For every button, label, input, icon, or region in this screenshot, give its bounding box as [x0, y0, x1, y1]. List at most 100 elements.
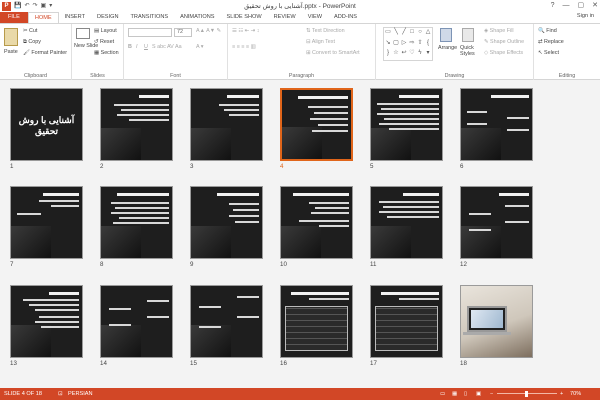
slide-thumbnail-3[interactable] [190, 88, 263, 161]
arrow-icon[interactable]: ⇨ [408, 39, 416, 50]
tab-add-ins[interactable]: ADD-INS [328, 12, 363, 23]
zoom-slider-handle[interactable] [525, 391, 528, 397]
reading-view-icon[interactable]: ▯ [464, 388, 467, 400]
triangle-icon[interactable]: ▷ [400, 39, 408, 50]
tab-view[interactable]: VIEW [302, 12, 328, 23]
zoom-out-icon[interactable]: − [490, 388, 493, 400]
close-button[interactable]: ✕ [592, 0, 598, 11]
text-direction-button[interactable]: ⇅ Text Direction [306, 28, 345, 34]
arrow-icon[interactable]: ⇧ [416, 39, 424, 50]
font-name-box[interactable] [128, 28, 172, 37]
italic-icon[interactable]: I [136, 44, 138, 50]
help-button[interactable]: ? [551, 0, 555, 11]
bullets-icon[interactable]: ☰ ☷ ⇤ ⇥ ↕ [232, 28, 259, 34]
strikethrough-icon[interactable]: S abc AV Aa [152, 44, 182, 50]
paste-icon[interactable] [4, 28, 18, 46]
slides-group: New Slide ▤ Layout ↺ Reset ▦ Section Sli… [72, 24, 124, 80]
slide-thumbnail-12[interactable] [460, 186, 533, 259]
tab-review[interactable]: REVIEW [268, 12, 302, 23]
slide-thumbnail-1[interactable]: آشنایی با روش تحقیق [10, 88, 83, 161]
layout-button[interactable]: ▤ Layout [94, 28, 117, 34]
arrange-button[interactable]: Arrange [438, 45, 457, 51]
align-text-button[interactable]: ⊟ Align Text [306, 39, 335, 45]
format-painter-button[interactable]: 🖌 Format Painter [23, 50, 67, 56]
slide-thumbnail-2[interactable] [100, 88, 173, 161]
select-button[interactable]: ↖ Select [538, 50, 559, 56]
rectangle-icon[interactable]: □ [408, 28, 416, 39]
copy-button[interactable]: ⧉ Copy [23, 39, 41, 46]
slide-thumbnail-7[interactable] [10, 186, 83, 259]
find-button[interactable]: 🔍 Find [538, 28, 557, 34]
reset-button[interactable]: ↺ Reset [94, 39, 114, 45]
star-icon[interactable]: ☆ [392, 49, 400, 60]
slide-thumbnail-17[interactable] [370, 285, 443, 358]
font-color-icon[interactable]: A ▾ [196, 44, 204, 50]
brace-icon[interactable]: { [424, 39, 432, 50]
shapes-gallery[interactable]: ▭ ╲ ╱ □ ○ △ ↘ ▢ ▷ ⇨ ⇧{ } ☆ ↩ ♡ ϟ ▾ [383, 27, 433, 61]
align-left-icon[interactable]: ≡ ≡ ≡ ≡ ▥ [232, 44, 256, 50]
slide-thumbnail-18[interactable] [460, 285, 533, 358]
shape-outline-button[interactable]: ✎ Shape Outline [484, 39, 524, 45]
slide-thumbnail-11[interactable] [370, 186, 443, 259]
slide-thumbnail-5[interactable] [370, 88, 443, 161]
slide-thumbnail-15[interactable] [190, 285, 263, 358]
font-size-box[interactable]: 72 [174, 28, 192, 37]
line-icon[interactable]: ╱ [400, 28, 408, 39]
tab-home[interactable]: HOME [27, 12, 59, 23]
arrange-icon[interactable] [440, 28, 452, 42]
quick-styles-button[interactable]: Quick Styles [460, 45, 484, 57]
grow-font-icon[interactable]: A▲ A▼ ✎ [196, 28, 221, 34]
arrow-icon[interactable]: ↩ [400, 49, 408, 60]
tab-insert[interactable]: INSERT [59, 12, 91, 23]
tab-file[interactable]: FILE [0, 12, 28, 23]
zoom-in-icon[interactable]: + [560, 388, 563, 400]
tab-transitions[interactable]: TRANSITIONS [124, 12, 174, 23]
more-shapes-icon[interactable]: ▾ [424, 49, 432, 60]
bold-icon[interactable]: B [128, 44, 132, 50]
section-button[interactable]: ▦ Section [94, 50, 119, 56]
minimize-button[interactable]: — [563, 0, 570, 11]
slide-number: 5 [370, 163, 374, 170]
arrow-icon[interactable]: ↘ [384, 39, 392, 50]
replace-button[interactable]: ⇄ Replace [538, 39, 564, 45]
language-status[interactable]: PERSIAN [68, 388, 93, 400]
slide-count-status[interactable]: SLIDE 4 OF 18 [4, 388, 42, 400]
slide-table [285, 306, 348, 351]
text-box-icon[interactable]: ▭ [384, 28, 392, 39]
slide-sorter-view-icon[interactable]: ▦ [452, 388, 457, 400]
slide-thumbnail-6[interactable] [460, 88, 533, 161]
slide-thumbnail-13[interactable] [10, 285, 83, 358]
cut-button[interactable]: ✂ Cut [23, 28, 37, 34]
zoom-level[interactable]: 70% [570, 388, 581, 400]
quick-styles-icon[interactable] [462, 28, 474, 42]
sign-in-link[interactable]: Sign in [577, 13, 594, 19]
underline-icon[interactable]: U [144, 44, 148, 50]
slide-thumbnail-16[interactable] [280, 285, 353, 358]
spelling-icon[interactable]: ⊡ [58, 388, 63, 400]
rounded-rectangle-icon[interactable]: ▢ [392, 39, 400, 50]
new-slide-icon[interactable] [76, 28, 90, 39]
slide-thumbnail-4[interactable] [280, 88, 353, 161]
heart-icon[interactable]: ♡ [408, 49, 416, 60]
line-icon[interactable]: ╲ [392, 28, 400, 39]
brace-icon[interactable]: } [384, 49, 392, 60]
slide-thumbnail-9[interactable] [190, 186, 263, 259]
slide-thumbnail-10[interactable] [280, 186, 353, 259]
triangle-icon[interactable]: △ [424, 28, 432, 39]
slide-image [281, 226, 321, 258]
shape-effects-button[interactable]: ◇ Shape Effects [484, 50, 523, 56]
slide-thumbnail-14[interactable] [100, 285, 173, 358]
shape-fill-button[interactable]: ◈ Shape Fill [484, 28, 514, 34]
maximize-button[interactable]: ▢ [578, 0, 585, 11]
oval-icon[interactable]: ○ [416, 28, 424, 39]
tab-design[interactable]: DESIGN [91, 12, 124, 23]
lightning-icon[interactable]: ϟ [416, 49, 424, 60]
normal-view-icon[interactable]: ▭ [440, 388, 445, 400]
tab-slide-show[interactable]: SLIDE SHOW [221, 12, 268, 23]
slideshow-view-icon[interactable]: ▣ [476, 388, 481, 400]
paste-button[interactable]: Paste [4, 49, 18, 55]
slide-thumbnail-8[interactable] [100, 186, 173, 259]
convert-smartart-button[interactable]: ⊞ Convert to SmartArt [306, 50, 360, 56]
tab-animations[interactable]: ANIMATIONS [174, 12, 220, 23]
slide-image [101, 226, 141, 258]
